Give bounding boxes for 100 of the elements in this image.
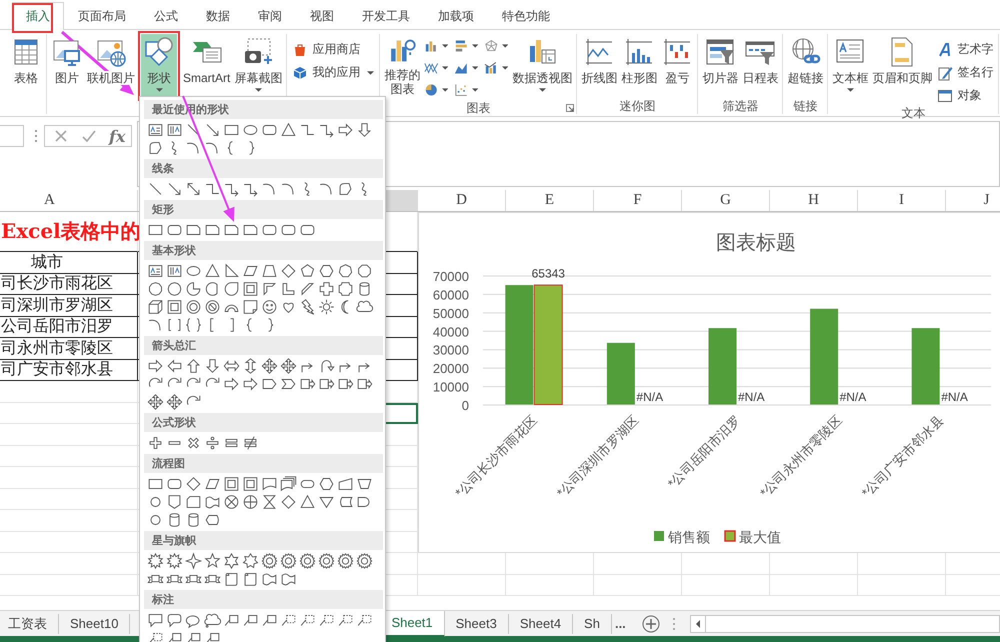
shape-icon[interactable] xyxy=(203,262,222,280)
ribbon-button[interactable]: 表格 xyxy=(8,34,44,98)
ribbon-button[interactable]: 图片 xyxy=(49,34,85,98)
sheet-cell[interactable]: 城市 xyxy=(0,252,138,274)
shape-icon[interactable] xyxy=(241,493,260,511)
more-icon[interactable] xyxy=(34,129,38,143)
shape-icon[interactable] xyxy=(184,316,203,334)
shape-icon[interactable] xyxy=(336,121,355,139)
shape-icon[interactable] xyxy=(241,552,260,570)
ribbon-tab[interactable]: 特色功能 xyxy=(488,2,564,30)
shape-icon[interactable] xyxy=(222,552,241,570)
ribbon-button[interactable]: SmartArt xyxy=(181,34,232,98)
ribbon-button[interactable]: 我的应用 xyxy=(289,63,378,82)
sheet-cell[interactable] xyxy=(0,402,138,424)
shape-icon[interactable] xyxy=(241,375,260,393)
ribbon-button[interactable]: 折线图 xyxy=(579,34,620,98)
shape-icon[interactable] xyxy=(298,552,317,570)
sheet-cell[interactable]: 司永州市零陵区 xyxy=(0,338,138,360)
shape-icon[interactable] xyxy=(165,393,184,411)
shape-icon[interactable] xyxy=(336,552,355,570)
ribbon-button[interactable]: 柱形图 xyxy=(619,34,660,98)
ribbon-tab[interactable]: 公式 xyxy=(140,2,192,30)
sheet-tab[interactable]: Sheet4 xyxy=(508,614,574,634)
shape-icon[interactable] xyxy=(317,298,336,316)
ribbon-button[interactable]: 应用商店 xyxy=(289,40,378,59)
sheet-cell[interactable]: 司广安市邻水县 xyxy=(0,360,138,381)
shape-icon[interactable] xyxy=(165,262,184,280)
column-header[interactable]: J xyxy=(984,192,990,209)
sheet-cell[interactable] xyxy=(0,424,138,446)
shape-icon[interactable] xyxy=(165,357,184,375)
shape-icon[interactable] xyxy=(146,357,165,375)
sheet-cell[interactable]: 司长沙市雨花区 xyxy=(0,274,138,295)
shape-icon[interactable] xyxy=(165,552,184,570)
shape-icon[interactable] xyxy=(317,262,336,280)
shape-icon[interactable] xyxy=(241,298,260,316)
shape-icon[interactable] xyxy=(146,298,165,316)
ribbon-button[interactable]: 日程表 xyxy=(740,34,780,98)
shape-icon[interactable] xyxy=(184,298,203,316)
shape-icon[interactable] xyxy=(279,493,298,511)
shape-icon[interactable] xyxy=(146,393,165,411)
check-icon[interactable] xyxy=(81,128,97,144)
sheet-cell[interactable] xyxy=(0,553,138,574)
ribbon-button[interactable]: 形状 xyxy=(141,34,177,98)
dialog-launcher-icon[interactable] xyxy=(566,104,574,112)
column-header[interactable]: D xyxy=(456,192,467,209)
shape-icon[interactable] xyxy=(317,280,336,298)
sheet-cell[interactable] xyxy=(594,574,682,596)
ribbon-button[interactable]: 页眉和页脚 xyxy=(870,34,934,98)
shape-icon[interactable] xyxy=(203,298,222,316)
sheet-tab[interactable]: 工资表 xyxy=(0,614,59,634)
ribbon-button[interactable]: 签名行 xyxy=(934,63,996,82)
shape-icon[interactable] xyxy=(260,298,279,316)
shape-icon[interactable] xyxy=(222,493,241,511)
shape-icon[interactable] xyxy=(146,121,165,139)
legend-label[interactable]: 最大值 xyxy=(739,529,781,545)
shape-icon[interactable] xyxy=(279,357,298,375)
sheet-cell[interactable] xyxy=(418,574,506,596)
shape-icon[interactable] xyxy=(203,552,222,570)
shape-icon[interactable] xyxy=(222,475,241,493)
shape-icon[interactable] xyxy=(165,280,184,298)
ribbon-button[interactable]: 文本框 xyxy=(830,34,870,98)
ribbon-button[interactable]: 艺术字 xyxy=(934,40,996,59)
sheet-tab[interactable]: Sheet3 xyxy=(444,614,509,634)
shape-icon[interactable] xyxy=(317,475,336,493)
add-sheet-icon[interactable] xyxy=(642,614,660,632)
ribbon-button[interactable]: 超链接 xyxy=(785,34,826,98)
sheet-cell[interactable]: 公司岳阳市汨罗 xyxy=(0,316,138,338)
shape-icon[interactable] xyxy=(184,493,203,511)
sheet-cell[interactable] xyxy=(0,574,138,596)
shape-icon[interactable] xyxy=(336,280,355,298)
ribbon-button[interactable]: 推荐的图表 xyxy=(382,34,422,98)
sheet-cell[interactable] xyxy=(682,574,770,596)
chart[interactable]: 图表标题 0 10000 20000 30000 40000 50000 60000 70000 65343 #N/A #N/A #N/A #N/A *公司长沙市雨花区 *公司深圳市罗湖区 *公司岳阳市汨罗 *公司永州市零陵区 *公司广安市邻水县 销售额 最大值 xyxy=(418,212,1000,553)
shape-icon[interactable] xyxy=(355,552,374,570)
shape-icon[interactable] xyxy=(165,121,184,139)
shape-icon[interactable] xyxy=(279,552,298,570)
column-header[interactable]: F xyxy=(633,192,642,209)
ribbon-button[interactable]: 数据透视图 xyxy=(510,34,574,98)
shape-icon[interactable] xyxy=(184,552,203,570)
horizontal-scrollbar[interactable] xyxy=(690,614,1000,632)
ribbon-tab[interactable]: 视图 xyxy=(296,2,348,30)
more-tabs-button[interactable]: ... xyxy=(614,616,626,631)
shape-icon[interactable] xyxy=(279,475,298,493)
shape-icon[interactable] xyxy=(222,375,241,393)
sheet-cell[interactable]: Excel表格中的 xyxy=(0,212,138,252)
shape-icon[interactable] xyxy=(146,552,165,570)
more-icon[interactable] xyxy=(672,616,676,630)
column-header[interactable]: H xyxy=(808,192,819,209)
shape-icon[interactable] xyxy=(336,262,355,280)
shape-icon[interactable] xyxy=(279,121,298,139)
shape-icon[interactable] xyxy=(146,611,165,629)
shape-icon[interactable] xyxy=(241,280,260,298)
sheet-cell[interactable] xyxy=(0,381,138,402)
shape-icon[interactable] xyxy=(203,611,222,629)
ribbon-button[interactable]: 联机图片 xyxy=(85,34,137,98)
sheet-cell[interactable]: 司深圳市罗湖区 xyxy=(0,295,138,316)
shape-icon[interactable] xyxy=(184,280,203,298)
shape-icon[interactable] xyxy=(260,475,279,493)
shape-icon[interactable] xyxy=(317,552,336,570)
sheet-cell[interactable] xyxy=(770,574,858,596)
